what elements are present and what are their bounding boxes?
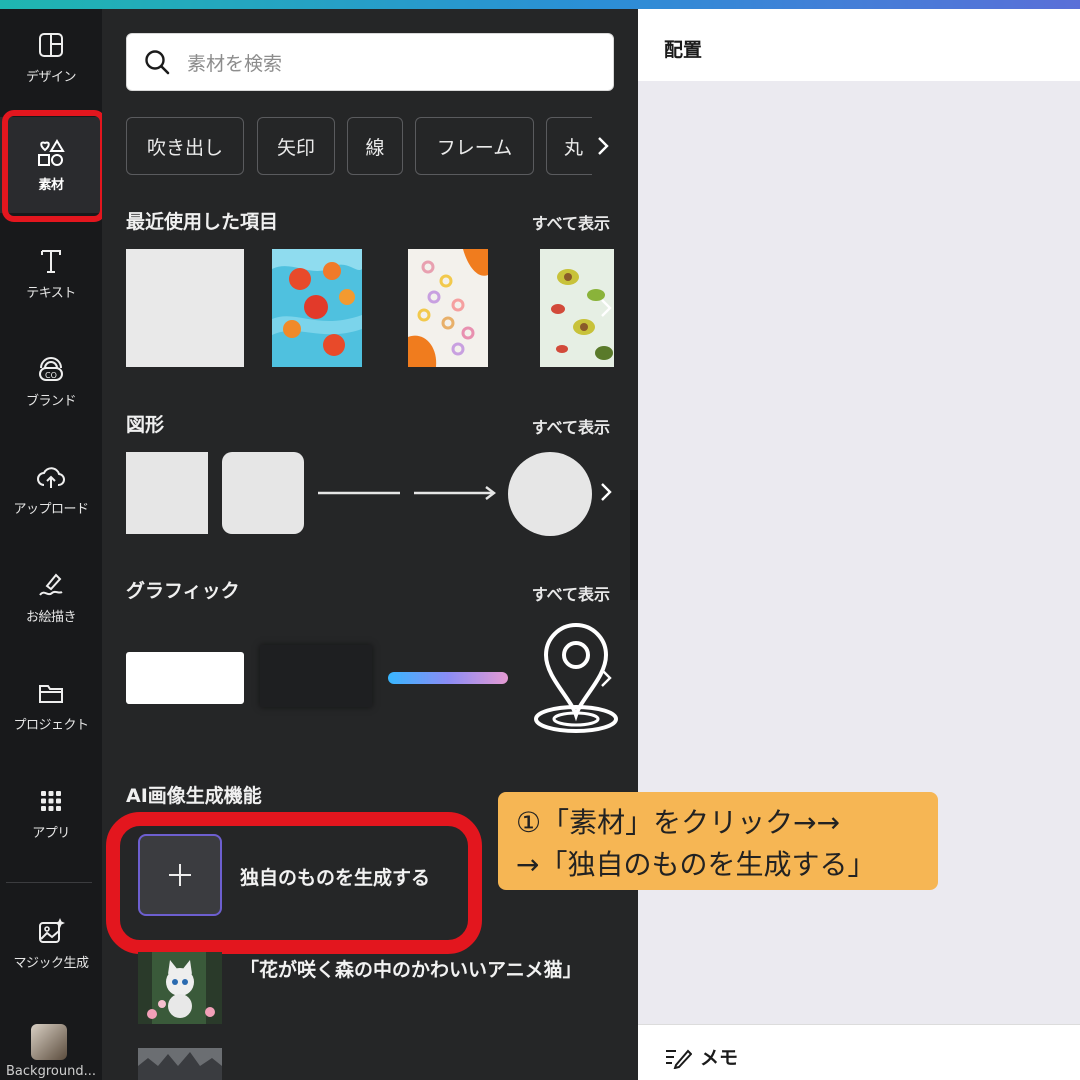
recent-thumb-blank[interactable] <box>126 249 244 367</box>
rail-label-brand: ブランド <box>25 393 77 409</box>
shape-square[interactable] <box>126 452 208 534</box>
recent-thumb-cereal[interactable] <box>408 249 488 367</box>
svg-text:CO: CO <box>45 371 57 380</box>
ai-castle-thumbnail[interactable] <box>138 1048 222 1080</box>
ai-cat-thumbnail[interactable] <box>138 952 222 1024</box>
section-title-shapes: 図形 <box>126 414 165 436</box>
instruction-note: ①「素材」をクリック→→ →「独自のものを生成する」 <box>498 792 938 890</box>
rail-label-text: テキスト <box>26 285 76 301</box>
rail-item-magic[interactable]: マジック生成 <box>0 895 102 991</box>
elements-panel: 素材を検索 吹き出し 矢印 線 フレーム 丸 最近使用した項目 すべて表示 図形… <box>102 9 658 1080</box>
shape-rounded-square[interactable] <box>222 452 304 534</box>
memo-label: メモ <box>700 1047 739 1069</box>
rail-item-draw[interactable]: お絵描き <box>0 549 102 645</box>
arrange-tab[interactable]: 配置 <box>664 35 702 62</box>
recent-design-label: Background... <box>6 1064 96 1079</box>
magic-image-icon <box>39 917 65 943</box>
rail-item-projects[interactable]: プロジェクト <box>0 657 102 753</box>
layout-icon <box>39 32 63 57</box>
section-title-ai: AI画像生成機能 <box>126 785 262 807</box>
chevron-right-icon <box>601 483 612 501</box>
graphics-next-button[interactable] <box>596 663 616 693</box>
instruction-line-2: →「独自のものを生成する」 <box>516 848 876 881</box>
shape-circle[interactable] <box>508 452 592 536</box>
folder-icon <box>39 684 63 703</box>
search-input[interactable]: 素材を検索 <box>187 49 282 76</box>
shape-arrow-line[interactable] <box>412 483 498 503</box>
section-title-graphics: グラフィック <box>126 580 240 602</box>
rail-divider <box>6 882 92 883</box>
rail-item-text[interactable]: テキスト <box>0 225 102 321</box>
apps-grid-icon <box>41 790 61 811</box>
ai-item-label[interactable]: 「花が咲く森の中のかわいいアニメ猫」 <box>240 955 600 986</box>
shape-line[interactable] <box>316 483 402 503</box>
draw-icon <box>39 573 63 596</box>
graphic-white-rect[interactable] <box>126 652 244 704</box>
graphic-black-rect[interactable] <box>260 645 372 707</box>
search-icon <box>145 50 170 75</box>
rail-item-apps[interactable]: アプリ <box>0 765 102 861</box>
rail-label-magic: マジック生成 <box>13 955 89 971</box>
right-header: 配置 <box>638 9 1080 81</box>
brand-icon: CO <box>39 356 63 381</box>
search-bar[interactable]: 素材を検索 <box>126 33 614 91</box>
rail-label-design: デザイン <box>25 69 77 85</box>
memo-button[interactable]: メモ <box>664 1043 738 1070</box>
see-all-recent[interactable]: すべて表示 <box>532 210 610 234</box>
shapes-next-button[interactable] <box>596 477 616 507</box>
rail-label-upload: アップロード <box>13 501 89 517</box>
rail-label-draw: お絵描き <box>25 609 77 625</box>
chip-frame[interactable]: フレーム <box>415 117 534 175</box>
graphic-gradient-bar[interactable] <box>388 672 508 684</box>
highlight-box-elements <box>2 110 106 222</box>
chip-speech-bubble[interactable]: 吹き出し <box>126 117 244 175</box>
chip-line[interactable]: 線 <box>347 117 403 175</box>
chips-next-button[interactable] <box>592 117 614 175</box>
chip-arrow[interactable]: 矢印 <box>257 117 335 175</box>
highlight-box-generate <box>106 812 482 954</box>
rail-item-upload[interactable]: アップロード <box>0 441 102 537</box>
right-footer: メモ <box>638 1024 1080 1080</box>
rail-item-brand[interactable]: CO ブランド <box>0 333 102 429</box>
cloud-upload-icon <box>37 466 65 488</box>
text-icon <box>41 249 61 273</box>
see-all-shapes[interactable]: すべて表示 <box>532 414 610 438</box>
rail-label-apps: アプリ <box>32 825 70 841</box>
chevron-right-icon <box>601 669 612 687</box>
recent-design-thumbnail[interactable] <box>31 1024 67 1060</box>
instruction-line-1: ①「素材」をクリック→→ <box>516 806 841 839</box>
rail-label-projects: プロジェクト <box>13 717 89 733</box>
right-area: 配置 メモ <box>638 9 1080 1080</box>
section-title-recent: 最近使用した項目 <box>126 211 279 233</box>
recent-thumb-apples-water[interactable] <box>272 249 362 367</box>
chevron-right-icon <box>601 299 612 317</box>
top-gradient-bar <box>0 0 1080 9</box>
see-all-graphics[interactable]: すべて表示 <box>532 581 610 605</box>
rail-item-design[interactable]: デザイン <box>0 9 102 105</box>
recent-next-button[interactable] <box>596 293 616 323</box>
chevron-right-icon <box>598 137 609 155</box>
category-chips: 吹き出し 矢印 線 フレーム 丸 <box>126 117 614 175</box>
notes-pen-icon <box>666 1049 692 1069</box>
